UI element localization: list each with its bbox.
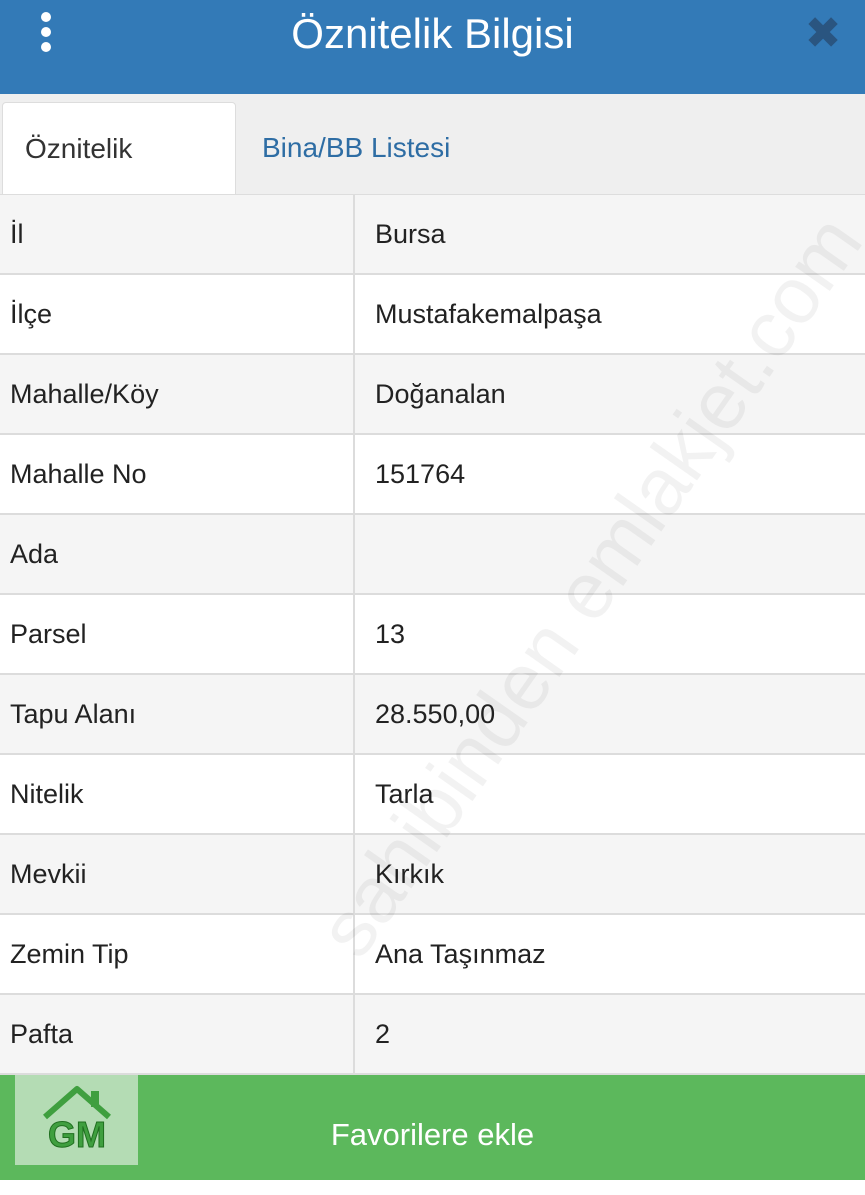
row-value: Tarla (375, 779, 434, 809)
row-label: Mahalle No (10, 459, 147, 489)
column-divider (353, 595, 355, 673)
table-row: Pafta 2 (0, 995, 865, 1075)
table-row: Nitelik Tarla (0, 755, 865, 835)
column-divider (353, 915, 355, 993)
attribute-table: İl Bursa İlçe Mustafakemalpaşa Mahalle/K… (0, 195, 865, 1075)
column-divider (353, 355, 355, 433)
row-label: Tapu Alanı (10, 699, 137, 729)
row-label: Zemin Tip (10, 939, 129, 969)
table-row: Mevkii Kırkık (0, 835, 865, 915)
column-divider (353, 515, 355, 593)
row-label: Ada (10, 539, 59, 569)
app-header: Öznitelik Bilgisi ✖ (0, 0, 865, 94)
tab-attribute-info[interactable]: Öznitelik Bilgisi (2, 102, 236, 256)
add-to-favorites-button[interactable]: GM Favorilere ekle (0, 1075, 865, 1180)
table-row: Mahalle/Köy Doğanalan (0, 355, 865, 435)
table-row: Tapu Alanı 28.550,00 (0, 675, 865, 755)
row-label: Pafta (10, 1019, 74, 1049)
table-row: Zemin Tip Ana Taşınmaz (0, 915, 865, 995)
column-divider (353, 195, 355, 273)
page-title: Öznitelik Bilgisi (291, 10, 574, 57)
row-value: Bursa (375, 219, 446, 249)
row-label: Parsel (10, 619, 87, 649)
row-value: 151764 (375, 459, 466, 489)
row-value: Ana Taşınmaz (375, 939, 546, 969)
tab-bar: Öznitelik Bilgisi Bina/BB Listesi (0, 94, 865, 256)
table-row: İlçe Mustafakemalpaşa (0, 275, 865, 355)
table-row: Ada (0, 515, 865, 595)
column-divider (353, 275, 355, 353)
add-to-favorites-label: Favorilere ekle (330, 1117, 535, 1152)
row-value: 28.550,00 (375, 699, 496, 729)
row-value: 2 (375, 1019, 391, 1049)
row-label: İl (10, 219, 24, 249)
row-label: Mevkii (10, 859, 87, 889)
row-label: Mahalle/Köy (10, 379, 159, 409)
row-label: Nitelik (10, 779, 84, 809)
column-divider (353, 675, 355, 753)
column-divider (353, 995, 355, 1073)
table-row: Parsel 13 (0, 595, 865, 675)
row-label: İlçe (10, 299, 53, 329)
column-divider (353, 835, 355, 913)
row-value: Mustafakemalpaşa (375, 299, 602, 329)
column-divider (353, 755, 355, 833)
column-divider (353, 435, 355, 513)
table-row: İl Bursa (0, 195, 865, 275)
close-icon[interactable]: ✖ (803, 12, 843, 56)
row-value: 13 (375, 619, 406, 649)
row-value: Doğanalan (375, 379, 506, 409)
row-value: Kırkık (375, 859, 445, 889)
table-row: Mahalle No 151764 (0, 435, 865, 515)
tab-building-list[interactable]: Bina/BB Listesi (240, 102, 472, 194)
